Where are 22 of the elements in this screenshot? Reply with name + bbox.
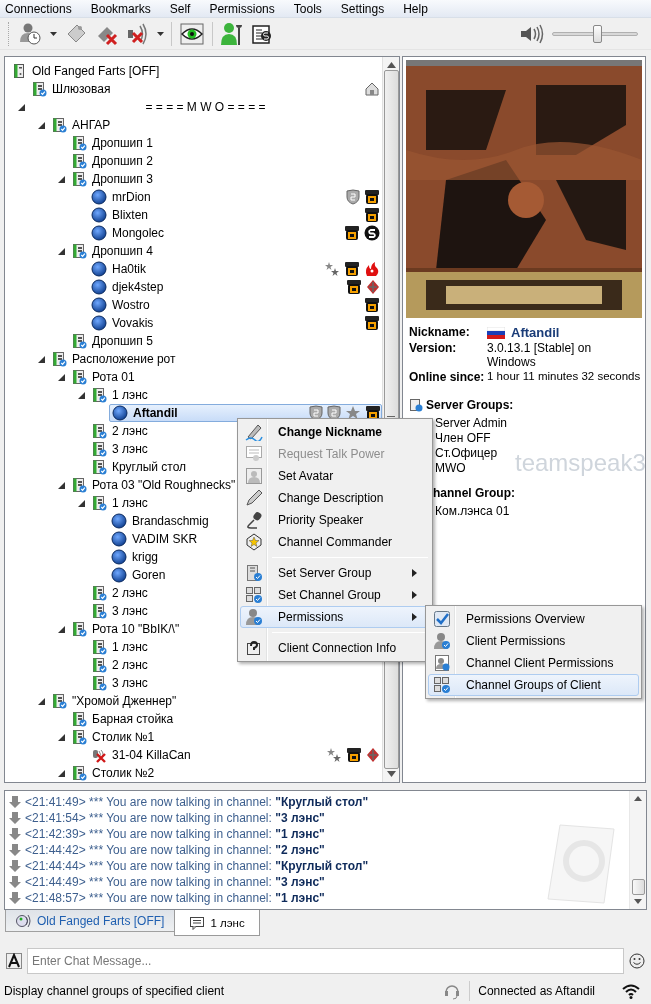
section-heading: Server Groups: [426, 398, 514, 412]
group-name: Член OFF [435, 431, 491, 446]
field-value: 1 hour 11 minutes 32 seconds [487, 370, 641, 384]
field-label: Version: [409, 341, 458, 357]
chat-message: <21:44:49> *** You are now talking in channel: "3 лэнс" [25, 875, 325, 889]
group-name: Ст.Офицер [435, 446, 498, 461]
section-heading: hannel Group: [433, 486, 515, 500]
chat-message: <21:44:42> *** You are now talking in channel: "2 лэнс" [25, 843, 325, 857]
chat-message: <21:48:57> *** You are now talking in channel: "1 лэнс" [25, 891, 325, 905]
chat-message: <21:41:54> *** You are now talking in channel: "3 лэнс" [25, 811, 325, 825]
group-name: Ком.лэнса 01 [435, 504, 510, 519]
chat-message: <21:41:49> *** You are now talking in channel: "Круглый стол" [25, 795, 369, 809]
field-label: Nickname: [409, 325, 471, 340]
field-value: 3.0.13.1 [Stable] on Windows [487, 341, 593, 369]
nickname: Aftandil [511, 325, 560, 340]
chat-message: <21:42:39> *** You are now talking in channel: "1 лэнс" [25, 827, 325, 841]
connection-status: Connected as Aftandil [478, 984, 595, 998]
status-message: Display channel groups of specified client [4, 984, 225, 998]
field-label: Online since: [409, 370, 486, 384]
group-name: MWO [435, 461, 466, 476]
chat-message: <21:44:44> *** You are now talking in channel: "Круглый стол" [25, 859, 369, 873]
group-name: Server Admin [435, 416, 508, 431]
